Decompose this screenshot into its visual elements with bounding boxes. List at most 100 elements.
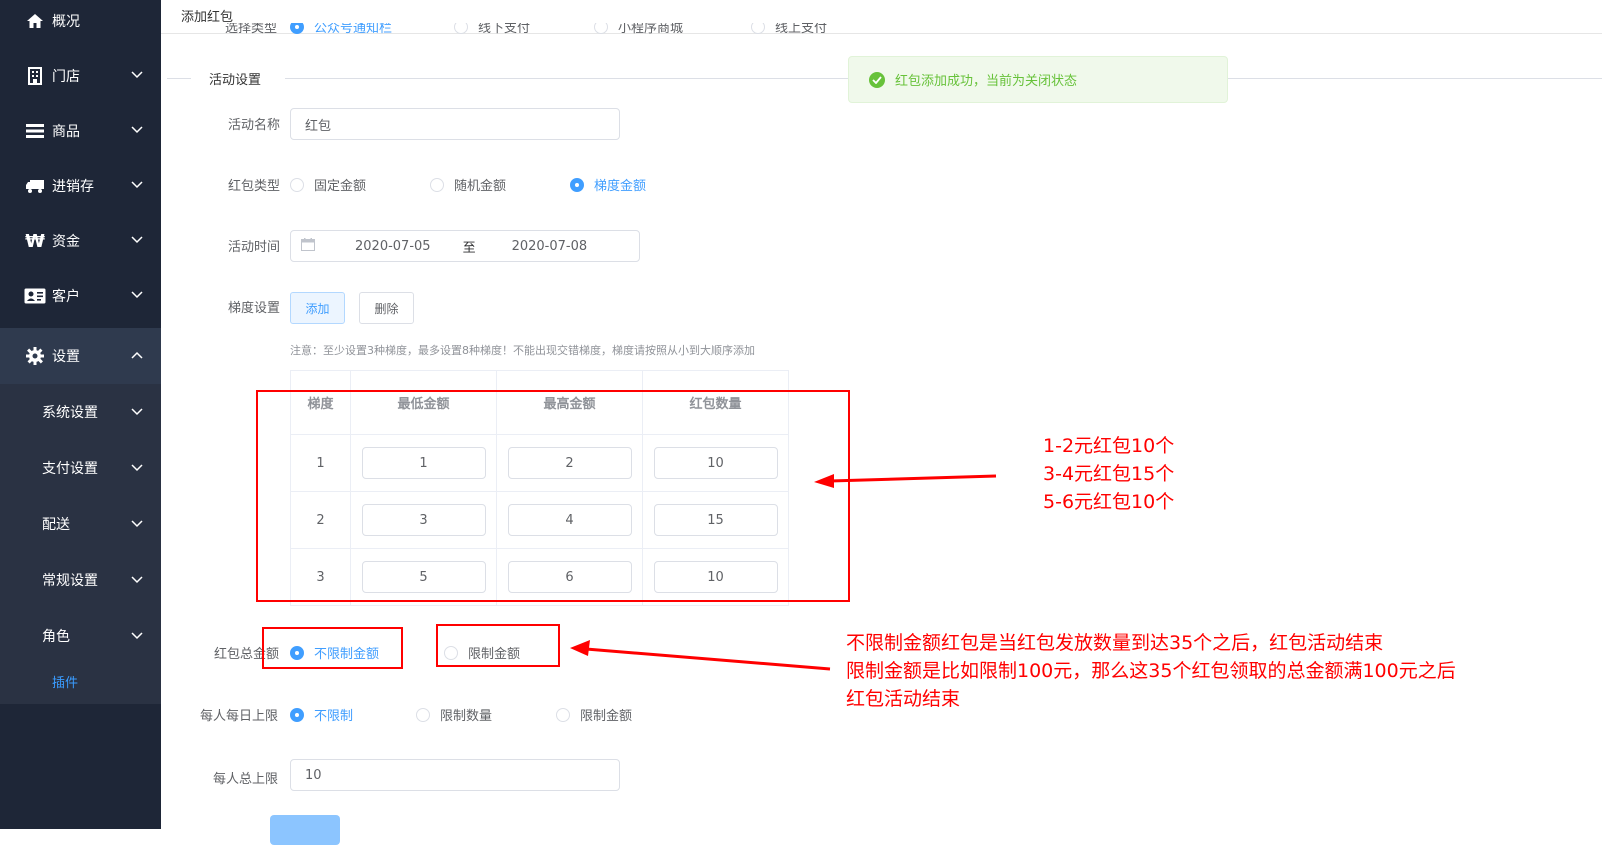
radio-gradient-amount[interactable]: 梯度金额	[570, 175, 646, 194]
sidebar-item-overview[interactable]: 概况	[0, 0, 161, 49]
sidebar-item-label: 门店	[52, 69, 80, 85]
annotation-arrow	[570, 640, 831, 671]
annotation-box-table	[256, 390, 850, 602]
radio-label: 梯度金额	[594, 179, 647, 194]
radio-dot	[290, 707, 304, 722]
sidebar-subitem-label: 配送	[42, 517, 70, 533]
chevron-down-icon	[131, 628, 143, 644]
sidebar-subitem-label: 系统设置	[42, 405, 98, 421]
radio-dot	[430, 177, 444, 192]
chevron-up-icon	[131, 348, 143, 363]
select-type-row-clipped: 选择类型 公众号通知栏 线下支付 小程序商城 线上支付	[161, 23, 1602, 35]
add-gradient-button[interactable]: 添加	[290, 292, 345, 324]
gear-icon	[24, 347, 46, 365]
sidebar-subitem-delivery[interactable]: 配送	[0, 496, 161, 552]
radio-offline-pay[interactable]: 线下支付	[454, 23, 530, 35]
end-date-input[interactable]: 2020-07-08	[512, 239, 588, 254]
sidebar-subitem-system-settings[interactable]: 系统设置	[0, 384, 161, 440]
won-icon: ₩	[25, 230, 45, 252]
sidebar-item-inventory[interactable]: 进销存	[0, 158, 161, 214]
annotation-line: 不限制金额红包是当红包发放数量到达35个之后，红包活动结束	[846, 632, 1384, 654]
total-amount-label: 红包总金额	[213, 647, 279, 662]
sidebar: 概况 门店 商品 进销存 ₩ 资金 客户 设置 系统设置 支付设置 配送 常规设…	[0, 0, 161, 829]
total-limit-input[interactable]: 10	[290, 759, 620, 791]
sidebar-item-label: 进销存	[52, 179, 94, 195]
radio-dot	[290, 177, 304, 192]
radio-online-pay[interactable]: 线上支付	[751, 23, 827, 35]
gradient-note: 注意：至少设置3种梯度，最多设置8种梯度！不能出现交错梯度，梯度请按照从小到大顺…	[290, 344, 755, 357]
radio-label: 限制金额	[580, 709, 633, 724]
radio-dot	[570, 177, 584, 192]
sidebar-subitem-label: 插件	[52, 675, 79, 691]
radio-daily-unlimited[interactable]: 不限制	[290, 705, 353, 724]
success-toast: 红包添加成功，当前为关闭状态	[848, 56, 1228, 103]
chevron-down-icon	[131, 572, 143, 588]
annotation-box-unlimited	[262, 627, 403, 669]
home-icon	[24, 13, 46, 29]
radio-label: 线下支付	[478, 23, 531, 35]
annotation-gradient-text: 1-2元红包10个 3-4元红包15个 5-6元红包10个	[1043, 432, 1174, 516]
id-card-icon	[24, 288, 46, 304]
sidebar-item-customer[interactable]: 客户	[0, 268, 161, 324]
radio-daily-limit-amount[interactable]: 限制金额	[556, 705, 632, 724]
packet-type-label: 红包类型	[227, 179, 280, 194]
sidebar-item-goods[interactable]: 商品	[0, 103, 161, 159]
chevron-down-icon	[131, 68, 143, 83]
range-separator: 至	[462, 240, 476, 256]
delete-gradient-button[interactable]: 删除	[359, 292, 414, 324]
radio-label: 不限制	[314, 709, 354, 724]
annotation-line: 红包活动结束	[846, 688, 961, 710]
radio-dot	[454, 23, 468, 34]
sidebar-item-label: 概况	[52, 14, 80, 30]
chevron-down-icon	[131, 460, 143, 476]
radio-label: 限制数量	[440, 709, 493, 724]
sidebar-item-store[interactable]: 门店	[0, 48, 161, 104]
radio-label: 随机金额	[454, 179, 507, 194]
sidebar-subitem-general-settings[interactable]: 常规设置	[0, 552, 161, 608]
sidebar-subitem-label: 支付设置	[42, 461, 98, 477]
sidebar-subitem-plugin[interactable]: 插件	[0, 657, 161, 705]
radio-label: 公众号通知栏	[314, 23, 393, 35]
chevron-down-icon	[131, 404, 143, 420]
radio-dot	[290, 23, 304, 34]
annotation-limit-text: 不限制金额红包是当红包发放数量到达35个之后，红包活动结束 限制金额是比如限制1…	[846, 629, 1456, 713]
list-icon	[24, 124, 46, 138]
activity-name-input[interactable]: 红包	[290, 108, 620, 140]
sidebar-subitem-payment-settings[interactable]: 支付设置	[0, 440, 161, 496]
annotation-box-limited	[436, 624, 560, 667]
sidebar-item-funds[interactable]: ₩ 资金	[0, 213, 161, 269]
radio-dot	[751, 23, 765, 34]
radio-label: 小程序商城	[618, 23, 684, 35]
sidebar-item-label: 客户	[52, 289, 80, 305]
radio-official-account[interactable]: 公众号通知栏	[290, 23, 392, 35]
radio-dot	[416, 707, 430, 722]
date-range-picker[interactable]: 2020-07-05 至 2020-07-08	[290, 230, 640, 262]
sidebar-subitem-role[interactable]: 角色	[0, 608, 161, 664]
annotation-line: 1-2元红包10个	[1043, 435, 1175, 457]
radio-fixed-amount[interactable]: 固定金额	[290, 175, 366, 194]
radio-random-amount[interactable]: 随机金额	[430, 175, 506, 194]
truck-icon	[24, 179, 46, 193]
submit-button[interactable]	[270, 815, 340, 845]
divider	[167, 78, 191, 79]
calendar-icon	[301, 237, 315, 255]
annotation-line: 5-6元红包10个	[1043, 491, 1175, 513]
annotation-line: 限制金额是比如限制100元，那么这35个红包领取的总金额满100元之后	[846, 660, 1456, 682]
activity-name-label: 活动名称	[227, 118, 280, 133]
start-date-input[interactable]: 2020-07-05	[355, 239, 431, 254]
select-type-label: 选择类型	[224, 23, 277, 35]
building-icon	[24, 67, 46, 85]
toast-message: 红包添加成功，当前为关闭状态	[895, 74, 1078, 89]
sidebar-item-label: 商品	[52, 124, 80, 140]
radio-dot	[556, 707, 570, 722]
annotation-arrow	[814, 474, 997, 488]
sidebar-subitem-label: 常规设置	[42, 573, 98, 589]
sidebar-item-label: 设置	[52, 349, 80, 365]
check-circle-icon	[869, 71, 885, 88]
gradient-label: 梯度设置	[227, 301, 280, 316]
radio-mini-program[interactable]: 小程序商城	[594, 23, 683, 35]
annotation-line: 3-4元红包15个	[1043, 463, 1175, 485]
section-title: 活动设置	[209, 73, 262, 88]
radio-daily-limit-count[interactable]: 限制数量	[416, 705, 492, 724]
sidebar-item-settings[interactable]: 设置	[0, 328, 161, 384]
